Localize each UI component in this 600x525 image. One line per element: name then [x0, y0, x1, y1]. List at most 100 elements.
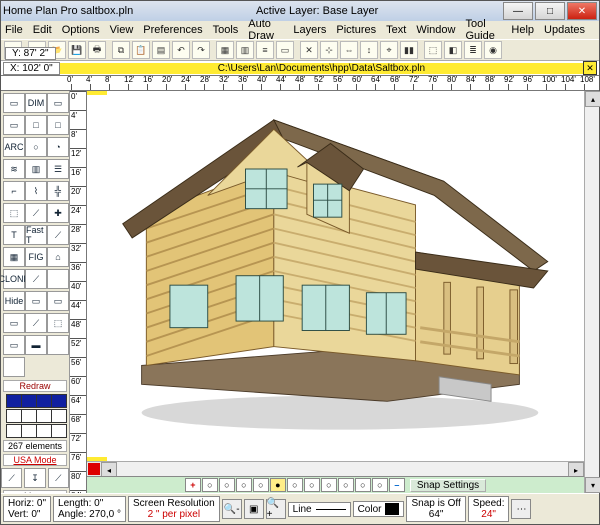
zoom-step-button[interactable]: ○ — [202, 478, 218, 492]
tool-button[interactable]: ⬚ — [47, 313, 69, 333]
mode-toggle[interactable]: USA Mode — [3, 454, 67, 466]
tool-button[interactable]: ▥ — [236, 41, 254, 59]
tool-button[interactable]: ▭ — [3, 93, 25, 113]
tool-button[interactable]: ▭ — [3, 335, 25, 355]
zoom-step-button[interactable]: ○ — [304, 478, 320, 492]
tool-button[interactable]: □ — [25, 115, 47, 135]
tool-button[interactable]: ▥ — [25, 159, 47, 179]
color-swatch[interactable] — [6, 424, 22, 438]
maximize-button[interactable]: □ — [535, 2, 565, 20]
redraw-button[interactable]: Redraw — [3, 380, 67, 392]
snap-status[interactable]: Snap is Off 64" — [406, 496, 465, 522]
tool-button[interactable]: ⬚ — [3, 203, 25, 223]
drawing-canvas[interactable] — [87, 91, 584, 461]
menu-item[interactable]: Help — [511, 24, 534, 36]
tool-button[interactable]: ▬ — [25, 335, 47, 355]
tool-button[interactable]: ▦ — [3, 247, 25, 267]
tool-button[interactable]: ▤ — [152, 41, 170, 59]
tool-button[interactable]: □ — [47, 115, 69, 135]
tool-button[interactable]: ⇔ — [340, 41, 358, 59]
paste-icon[interactable]: 📋 — [132, 41, 150, 59]
tool-button[interactable]: Hide — [3, 291, 25, 311]
tool-button[interactable]: ↕ — [360, 41, 378, 59]
menu-item[interactable]: Updates — [544, 24, 585, 36]
zoom-in-button[interactable]: 🔍+ — [266, 499, 286, 519]
menu-item[interactable]: Window — [416, 24, 455, 36]
copy-icon[interactable]: ⧉ — [112, 41, 130, 59]
zoom-step-button[interactable]: ○ — [355, 478, 371, 492]
menu-item[interactable]: Layers — [293, 24, 326, 36]
horizontal-scrollbar[interactable]: ◂ ▸ — [87, 461, 584, 476]
tool-button[interactable]: ⟋ — [25, 313, 47, 333]
menu-item[interactable]: Edit — [33, 24, 52, 36]
undo-icon[interactable]: ↶ — [172, 41, 190, 59]
menu-item[interactable]: Options — [62, 24, 100, 36]
close-path-icon[interactable]: ✕ — [583, 61, 597, 75]
tool-button[interactable]: T — [3, 225, 25, 245]
color-swatch[interactable] — [21, 394, 37, 408]
tool-button[interactable]: ▭ — [276, 41, 294, 59]
color-swatch[interactable] — [51, 394, 67, 408]
tool-button[interactable]: ↧ — [24, 468, 45, 488]
tool-button[interactable]: ✕ — [300, 41, 318, 59]
tool-button[interactable]: ◉ — [484, 41, 502, 59]
redo-icon[interactable]: ↷ — [192, 41, 210, 59]
tool-button[interactable]: ▭ — [3, 313, 25, 333]
status-extra-button[interactable]: ⋯ — [511, 499, 531, 519]
zoom-out-icon[interactable]: – — [389, 478, 405, 492]
zoom-step-button[interactable]: ○ — [372, 478, 388, 492]
scroll-down-icon[interactable]: ▾ — [585, 477, 600, 493]
color-swatch[interactable] — [6, 394, 22, 408]
tool-button[interactable]: ⟋ — [47, 225, 69, 245]
origin-marker-icon[interactable] — [88, 463, 100, 475]
color-swatch[interactable] — [51, 424, 67, 438]
tool-button[interactable]: CLONE — [3, 269, 25, 289]
zoom-step-button[interactable]: ○ — [287, 478, 303, 492]
tool-button[interactable]: Fast T — [25, 225, 47, 245]
tool-button[interactable]: ⌐ — [3, 181, 25, 201]
tool-button[interactable]: ⟋ — [1, 468, 22, 488]
tool-button[interactable]: ARC — [3, 137, 25, 157]
tool-button[interactable]: ╬ — [47, 181, 69, 201]
tool-button[interactable]: ≡ — [256, 41, 274, 59]
menu-item[interactable]: Tools — [213, 24, 239, 36]
zoom-step-button[interactable]: ○ — [219, 478, 235, 492]
color-swatch[interactable] — [51, 409, 67, 423]
tool-button[interactable]: ◔ — [47, 137, 69, 157]
zoom-step-button[interactable]: ○ — [321, 478, 337, 492]
minimize-button[interactable]: — — [503, 2, 533, 20]
zoom-step-button[interactable]: ● — [270, 478, 286, 492]
line-style[interactable]: Line — [288, 502, 351, 517]
tool-button[interactable]: ⌂ — [47, 247, 69, 267]
tool-button[interactable]: ▭ — [25, 291, 47, 311]
tool-button[interactable]: ▦ — [216, 41, 234, 59]
tool-button[interactable]: ⬚ — [424, 41, 442, 59]
color-swatch[interactable] — [6, 409, 22, 423]
zoom-step-button[interactable]: ○ — [253, 478, 269, 492]
tool-button[interactable] — [47, 269, 69, 289]
zoom-out-button[interactable]: 🔍- — [222, 499, 242, 519]
save-icon[interactable]: 💾 — [68, 41, 86, 59]
zoom-step-button[interactable]: ○ — [236, 478, 252, 492]
color-swatch[interactable] — [36, 394, 52, 408]
tool-button[interactable] — [47, 335, 69, 355]
menu-item[interactable]: Pictures — [336, 24, 376, 36]
zoom-in-icon[interactable]: + — [185, 478, 201, 492]
menu-item[interactable]: Preferences — [143, 24, 202, 36]
print-icon[interactable]: 🖶 — [88, 41, 106, 59]
scroll-up-icon[interactable]: ▴ — [585, 91, 600, 107]
tool-button[interactable]: ▭ — [47, 291, 69, 311]
color-swatch[interactable] — [36, 424, 52, 438]
tool-button[interactable] — [3, 357, 25, 377]
menu-item[interactable]: File — [5, 24, 23, 36]
tool-button[interactable]: ⌇ — [25, 181, 47, 201]
tool-button[interactable]: ⟋ — [48, 468, 69, 488]
tool-button[interactable]: ≣ — [464, 41, 482, 59]
close-button[interactable]: ✕ — [567, 2, 597, 20]
tool-button[interactable]: ▭ — [47, 93, 69, 113]
tool-button[interactable]: ⟋ — [25, 203, 47, 223]
zoom-fit-button[interactable]: ▣ — [244, 499, 264, 519]
zoom-step-button[interactable]: ○ — [338, 478, 354, 492]
tool-button[interactable]: ☰ — [47, 159, 69, 179]
color-swatch[interactable] — [21, 409, 37, 423]
